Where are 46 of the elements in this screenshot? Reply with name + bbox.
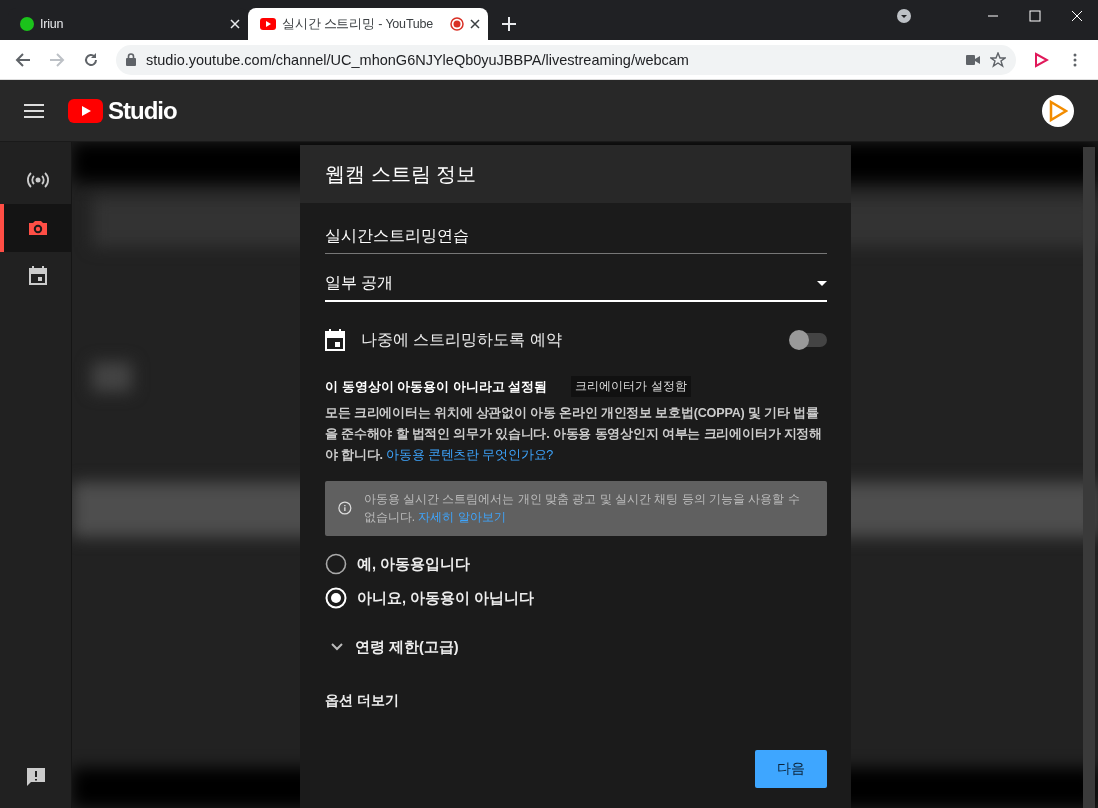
lock-icon bbox=[126, 53, 136, 66]
dropdown-icon[interactable] bbox=[896, 8, 912, 24]
more-options-link[interactable]: 옵션 더보기 bbox=[325, 692, 827, 710]
notice-text: 아동용 실시간 스트림에서는 개인 맞춤 광고 및 실시간 채팅 등의 기능을 사용할 수 없습니다. 자세히 알아보기 bbox=[363, 491, 801, 526]
creator-set-badge: 크리에이터가 설정함 bbox=[571, 376, 691, 397]
dialog-title: 웹캠 스트림 정보 bbox=[325, 161, 477, 187]
new-tab-icon[interactable] bbox=[502, 17, 516, 31]
next-button[interactable]: 다음 bbox=[755, 750, 827, 788]
url-text: studio.youtube.com/channel/UC_mhonG6NJYleQb0yuJBBPA/livestreaming/webcam bbox=[146, 51, 690, 68]
title-input-field[interactable]: 실시간스트리밍연습 bbox=[325, 219, 827, 254]
dropdown-value: 일부 공개 bbox=[325, 272, 394, 293]
reload-icon[interactable] bbox=[83, 51, 99, 68]
chevron-icon[interactable] bbox=[331, 643, 343, 651]
age-restriction-toggle[interactable]: 연령 제한(고급) bbox=[355, 637, 459, 657]
play-icon bbox=[1048, 99, 1068, 122]
visibility-dropdown[interactable]: 일부 공개 bbox=[325, 266, 827, 302]
back-icon[interactable] bbox=[15, 51, 31, 68]
kids-content-link[interactable]: 아동용 콘텐츠란 무엇인가요? bbox=[386, 448, 554, 462]
maximize-icon[interactable] bbox=[1029, 10, 1041, 22]
youtube-logo-icon[interactable] bbox=[68, 98, 103, 123]
star-icon[interactable] bbox=[990, 51, 1006, 68]
close-icon[interactable] bbox=[470, 19, 480, 29]
video-camera-icon[interactable] bbox=[966, 54, 980, 65]
schedule-label: 나중에 스트리밍하도록 예약 bbox=[361, 329, 563, 350]
radio-label: 예, 아동용입니다 bbox=[357, 554, 471, 574]
coppa-description: 모든 크리에이터는 위치에 상관없이 아동 온라인 개인정보 보호법(COPPA) 및 기타 법률을 준수해야 할 법적인 의무가 있습니다. 아동용 동영상인지 여부는 크리에이터가 지정해야 합니다. 아동용 콘텐츠란 무엇인가요? bbox=[325, 405, 824, 464]
feedback-icon[interactable] bbox=[24, 766, 47, 788]
info-icon bbox=[338, 499, 352, 517]
sidebar-item[interactable] bbox=[0, 204, 71, 252]
caret-icon bbox=[817, 280, 827, 286]
scrollbar[interactable] bbox=[1083, 147, 1095, 808]
logo-text: Studio bbox=[108, 96, 177, 125]
avatar[interactable] bbox=[1042, 94, 1074, 127]
menu-icon[interactable] bbox=[24, 102, 44, 119]
address-bar[interactable]: studio.youtube.com/channel/UC_mhonG6NJYleQb0yuJBBPA/livestreaming/webcam bbox=[116, 44, 1016, 75]
audience-heading: 이 동영상이 아동용이 아니라고 설정됨 bbox=[325, 377, 548, 396]
radio-label: 아니요, 아동용이 아닙니다 bbox=[357, 588, 535, 608]
calendar-icon bbox=[325, 329, 345, 351]
tab-title: 실시간 스트리밍 - YouTube bbox=[282, 15, 435, 33]
youtube-icon bbox=[260, 18, 276, 30]
schedule-toggle[interactable] bbox=[791, 333, 827, 347]
browser-tab[interactable]: 실시간 스트리밍 - YouTube bbox=[248, 8, 488, 40]
play-extension-icon[interactable] bbox=[1033, 51, 1049, 68]
status-dot-icon bbox=[20, 17, 34, 31]
tab-title: Iriun bbox=[40, 17, 65, 31]
radio-button[interactable] bbox=[325, 553, 347, 575]
